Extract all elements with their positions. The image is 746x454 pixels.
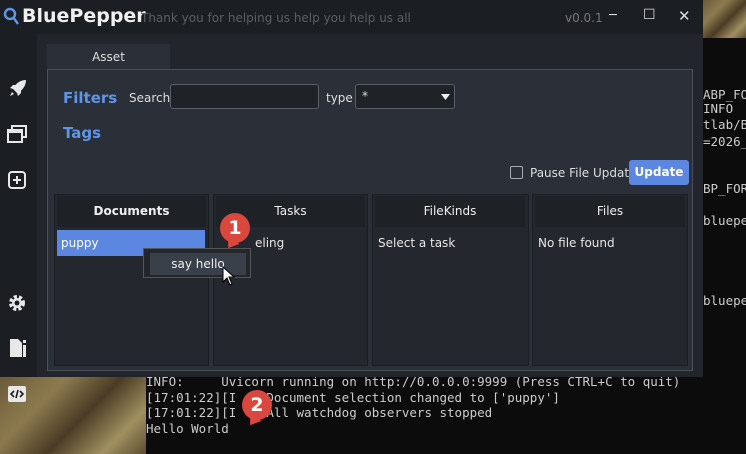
filekinds-header: FileKinds	[375, 196, 525, 227]
search-input[interactable]	[170, 84, 319, 109]
terminal-line: bluepe	[703, 213, 746, 228]
files-header: Files	[535, 196, 685, 227]
terminal-line: BP_FOR	[703, 181, 746, 196]
terminal-line: [17:01:22][I ] Document selection change…	[146, 390, 560, 405]
rocket-icon[interactable]	[8, 78, 28, 98]
bluepepper-logo-icon	[3, 7, 19, 25]
documents-header: Documents	[57, 196, 206, 227]
type-select[interactable]: *	[355, 84, 455, 109]
add-icon[interactable]	[7, 170, 27, 190]
search-label: Search	[129, 91, 171, 105]
gear-icon[interactable]	[7, 293, 27, 313]
tab-asset[interactable]: Asset	[47, 44, 170, 69]
chevron-down-icon	[441, 94, 450, 100]
app-name: BluePepper	[22, 5, 146, 27]
terminal-line: INFO	[703, 101, 734, 116]
close-button[interactable]: ✕	[678, 7, 691, 25]
pause-file-update-checkbox[interactable]	[510, 166, 523, 179]
task-item[interactable]: eling	[251, 230, 361, 256]
terminal-line: bluepe	[703, 293, 746, 308]
terminal-line: =2026_	[703, 134, 746, 149]
filters-title: Filters	[63, 89, 118, 107]
minimize-button[interactable]: ─	[609, 8, 617, 23]
sidebar	[0, 34, 37, 402]
terminal-output-hello: Hello World	[146, 421, 229, 436]
code-icon[interactable]	[7, 384, 27, 404]
app-tagline: Thank you for helping us help you help u…	[141, 11, 411, 25]
annotation-badge-1: 1	[220, 213, 250, 243]
update-button[interactable]: Update	[629, 160, 689, 185]
type-select-value: *	[362, 89, 368, 103]
maximize-button[interactable]: ☐	[643, 7, 656, 23]
title-bar: BluePepper Thank you for helping us help…	[0, 0, 703, 34]
annotation-badge-2: 2	[242, 390, 272, 420]
type-label: type	[326, 91, 353, 105]
file-info-icon[interactable]	[8, 338, 28, 358]
windows-icon[interactable]	[7, 125, 27, 143]
tags-title: Tags	[63, 124, 102, 142]
filekinds-placeholder: Select a task	[378, 236, 456, 250]
app-window: BluePepper Thank you for helping us help…	[0, 0, 703, 402]
pause-file-update-label: Pause File Update	[530, 166, 637, 180]
background-image	[703, 0, 746, 38]
terminal-line: [17:01:22][I ] All watchdog observers st…	[146, 405, 493, 420]
mouse-cursor-icon	[222, 266, 235, 286]
terminal-line: tlab/B	[703, 117, 746, 132]
app-version: v0.0.1	[565, 11, 603, 25]
terminal-line: ABP_FOR	[703, 87, 746, 102]
files-placeholder: No file found	[538, 236, 615, 250]
